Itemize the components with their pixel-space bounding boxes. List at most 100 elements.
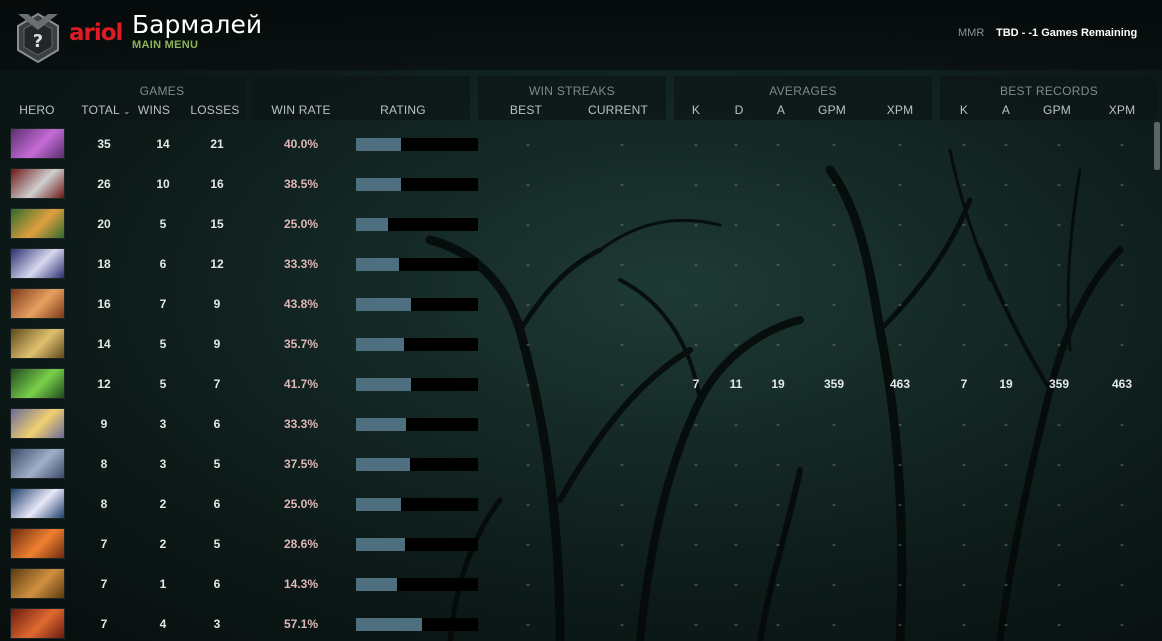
hero-portrait-red-queen[interactable] (10, 168, 65, 199)
column-best-a[interactable]: A (996, 103, 1016, 117)
rating-bar-fill (356, 578, 397, 591)
cell-streak-best: - (526, 377, 530, 391)
svg-text:?: ? (33, 31, 43, 52)
cell-best-xpm: - (1120, 537, 1124, 551)
cell-losses: 21 (210, 137, 224, 151)
cell-streak-best: - (526, 337, 530, 351)
averages-group-title: AVERAGES (769, 84, 837, 98)
cell-avg-k: - (694, 417, 698, 431)
cell-wins: 14 (156, 137, 170, 151)
table-row[interactable]: 7 1 6 14.3% - - - - - - - - - - - (0, 564, 1162, 604)
cell-best-k: - (962, 297, 966, 311)
column-streak-current[interactable]: CURRENT (584, 103, 652, 117)
table-row[interactable]: 26 10 16 38.5% - - - - - - - - - - - (0, 164, 1162, 204)
cell-losses: 7 (213, 377, 221, 391)
table-row[interactable]: 18 6 12 33.3% - - - - - - - - - - - (0, 244, 1162, 284)
rating-bar-fill (356, 618, 422, 631)
column-avg-xpm[interactable]: XPM (880, 103, 920, 117)
cell-streak-best: - (526, 497, 530, 511)
cell-streak-current: - (620, 497, 624, 511)
table-row[interactable]: 35 14 21 40.0% - - - - - - - - - - - (0, 124, 1162, 164)
hero-portrait-ice-maiden[interactable] (10, 488, 65, 519)
cell-wins: 5 (159, 217, 167, 231)
chevron-down-icon: ⌄ (122, 106, 131, 116)
cell-best-gpm: - (1057, 417, 1061, 431)
table-row[interactable]: 16 7 9 43.8% - - - - - - - - - - - (0, 284, 1162, 324)
cell-avg-d: - (734, 537, 738, 551)
column-total[interactable]: TOTAL ⌄ (78, 103, 134, 117)
scrollbar[interactable] (1154, 122, 1160, 170)
cell-avg-xpm: - (898, 337, 902, 351)
cell-best-xpm: - (1120, 337, 1124, 351)
cell-win-rate: 57.1% (283, 617, 319, 631)
rank-medal-icon[interactable]: ? (14, 12, 62, 64)
table-row[interactable]: 14 5 9 35.7% - - - - - - - - - - - (0, 324, 1162, 364)
rating-bar-fill (356, 458, 410, 471)
cell-avg-d: - (734, 137, 738, 151)
cell-streak-best: - (526, 577, 530, 591)
cell-avg-xpm: 463 (889, 377, 911, 391)
table-row[interactable]: 8 2 6 25.0% - - - - - - - - - - - (0, 484, 1162, 524)
hero-portrait-gold-monkey[interactable] (10, 328, 65, 359)
cell-best-xpm: - (1120, 417, 1124, 431)
cell-best-xpm: - (1120, 257, 1124, 271)
column-rating[interactable]: RATING (372, 103, 434, 117)
rating-bar (356, 298, 478, 311)
cell-streak-best: - (526, 177, 530, 191)
cell-best-k: - (962, 537, 966, 551)
rating-bar (356, 578, 478, 591)
hero-portrait-sky-knight[interactable] (10, 408, 65, 439)
best-records-group-title: BEST RECORDS (999, 84, 1099, 98)
table-row[interactable]: 7 4 3 57.1% - - - - - - - - - - - (0, 604, 1162, 641)
hero-portrait-green-archer[interactable] (10, 208, 65, 239)
table-row[interactable]: 20 5 15 25.0% - - - - - - - - - - - (0, 204, 1162, 244)
cell-best-gpm: - (1057, 177, 1061, 191)
rating-bar-fill (356, 378, 411, 391)
cell-win-rate: 28.6% (283, 537, 319, 551)
cell-streak-current: - (620, 457, 624, 471)
cell-total: 12 (97, 377, 111, 391)
column-best-gpm[interactable]: GPM (1037, 103, 1077, 117)
table-row[interactable]: 8 3 5 37.5% - - - - - - - - - - - (0, 444, 1162, 484)
cell-avg-xpm: - (898, 537, 902, 551)
cell-best-k: - (962, 137, 966, 151)
column-streak-best[interactable]: BEST (500, 103, 552, 117)
cell-streak-best: - (526, 457, 530, 471)
rating-bar-fill (356, 498, 401, 511)
cell-best-gpm: - (1057, 457, 1061, 471)
cell-avg-gpm: - (832, 537, 836, 551)
cell-avg-a: - (776, 217, 780, 231)
column-losses[interactable]: LOSSES (190, 103, 240, 117)
column-best-xpm[interactable]: XPM (1102, 103, 1142, 117)
hero-portrait-orange-brute[interactable] (10, 288, 65, 319)
hero-portrait-purple-assassin[interactable] (10, 128, 65, 159)
column-hero[interactable]: HERO (12, 103, 62, 117)
column-avg-gpm[interactable]: GPM (812, 103, 852, 117)
hero-portrait-anti-mage[interactable] (10, 528, 65, 559)
win-streaks-group-title: WIN STREAKS (529, 84, 615, 98)
hero-portrait-bronze-warrior[interactable] (10, 568, 65, 599)
column-avg-a[interactable]: A (771, 103, 791, 117)
cell-best-a: - (1004, 457, 1008, 471)
table-row[interactable]: 7 2 5 28.6% - - - - - - - - - - - (0, 524, 1162, 564)
column-avg-d[interactable]: D (729, 103, 749, 117)
column-win-rate[interactable]: WIN RATE (268, 103, 334, 117)
cell-avg-xpm: - (898, 177, 902, 191)
cell-best-a: - (1004, 577, 1008, 591)
column-best-k[interactable]: K (954, 103, 974, 117)
table-row[interactable]: 12 5 7 41.7% - - 7 11 19 359 463 7 19 359 463 (0, 364, 1162, 404)
mmr-value: TBD - -1 Games Remaining (996, 27, 1138, 39)
hero-portrait-steel-golem[interactable] (10, 448, 65, 479)
hero-portrait-blue-moon[interactable] (10, 248, 65, 279)
cell-avg-xpm: - (898, 417, 902, 431)
rating-bar-fill (356, 418, 406, 431)
hero-portrait-red-brawler[interactable] (10, 608, 65, 639)
cell-win-rate: 33.3% (283, 417, 319, 431)
table-row[interactable]: 9 3 6 33.3% - - - - - - - - - - - (0, 404, 1162, 444)
cell-win-rate: 25.0% (283, 497, 319, 511)
hero-portrait-green-assassin[interactable] (10, 368, 65, 399)
cell-avg-gpm: - (832, 577, 836, 591)
main-menu-link[interactable]: MAIN MENU (132, 39, 198, 51)
column-avg-k[interactable]: K (686, 103, 706, 117)
column-wins[interactable]: WINS (134, 103, 174, 117)
